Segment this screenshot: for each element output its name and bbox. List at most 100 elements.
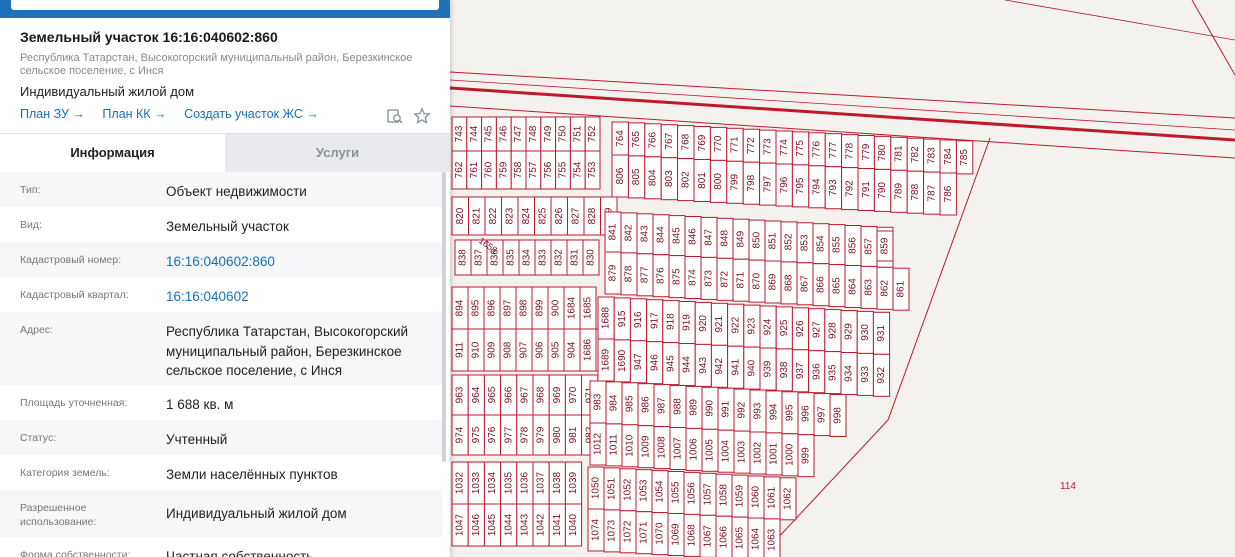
info-label: Разрешенное использование: <box>20 502 97 528</box>
parcel-number: 905 <box>551 341 562 358</box>
parcel-number: 872 <box>720 271 731 288</box>
tab-information[interactable]: Информация <box>0 134 225 172</box>
parcel-number: 784 <box>943 148 954 165</box>
search-input[interactable] <box>11 0 439 10</box>
zone-label: 114 <box>1060 481 1076 492</box>
parcel-number: 753 <box>587 161 598 178</box>
parcel-number: 788 <box>910 183 921 200</box>
info-label: Тип: <box>20 184 41 196</box>
parcel-address: Республика Татарстан, Высокогорский муни… <box>20 52 413 77</box>
parcel-number: 783 <box>926 147 937 164</box>
parcel-number: 909 <box>487 341 498 358</box>
tab-services[interactable]: Услуги <box>225 134 450 172</box>
parcel-number: 743 <box>454 125 465 142</box>
parcel-number: 786 <box>943 185 954 202</box>
info-row: Адрес: Республика Татарстан, Высокогорск… <box>0 312 442 385</box>
parcel-number: 963 <box>455 386 466 403</box>
parcel-number: 837 <box>474 249 485 266</box>
parcel-number: 988 <box>673 398 684 415</box>
parcel-number: 937 <box>795 362 806 379</box>
info-value: Частная собственность <box>166 549 314 557</box>
cadastral-number-link[interactable]: 16:16:040602:860 <box>166 252 434 272</box>
parcel-number: 911 <box>455 342 466 358</box>
parcel-number: 825 <box>537 207 548 224</box>
parcel-number: 966 <box>503 386 514 403</box>
parcel-number: 964 <box>471 386 482 403</box>
scrollbar[interactable] <box>442 172 446 462</box>
parcel-number: 1071 <box>639 521 650 544</box>
parcel-number: 1686 <box>583 338 594 361</box>
parcel-number: 931 <box>876 325 887 342</box>
parcel-number: 831 <box>570 249 581 266</box>
parcel-number: 755 <box>558 161 569 178</box>
create-zhs-link[interactable]: Создать участок ЖС → <box>184 107 319 121</box>
parcel-number: 871 <box>736 271 747 288</box>
parcel-number: 975 <box>471 426 482 443</box>
parcel-number: 746 <box>498 125 509 142</box>
parcel-number: 934 <box>844 365 855 382</box>
info-label: Площадь уточненная: <box>20 397 128 409</box>
parcel-number: 939 <box>763 360 774 377</box>
parcel-number: 879 <box>608 264 619 281</box>
parcel-number: 992 <box>737 401 748 418</box>
map-search-icon[interactable] <box>386 107 404 125</box>
parcel-number: 762 <box>454 161 465 178</box>
parcel-number: 922 <box>730 316 741 333</box>
parcel-number: 804 <box>648 169 659 186</box>
parcel-number: 861 <box>896 280 907 297</box>
cadastral-quarter-link[interactable]: 16:16:040602 <box>166 287 434 307</box>
parcel-number: 928 <box>828 322 839 339</box>
parcel-number: 1069 <box>671 523 682 546</box>
parcel-number: 851 <box>768 232 779 249</box>
parcel-number: 801 <box>697 172 708 189</box>
info-row: Тип: Объект недвижимости <box>0 172 442 207</box>
parcel-number: 895 <box>471 299 482 316</box>
parcel-number: 774 <box>779 139 790 156</box>
parcel-number: 835 <box>506 249 517 266</box>
parcel-number: 1074 <box>591 518 602 541</box>
plan-kk-link[interactable]: План КК → <box>102 107 166 121</box>
parcel-number: 847 <box>704 229 715 246</box>
parcel-number: 980 <box>552 426 563 443</box>
parcel-number: 747 <box>513 125 524 142</box>
parcel-number: 862 <box>880 280 891 297</box>
parcel-number: 979 <box>536 426 547 443</box>
parcel-number: 848 <box>720 230 731 247</box>
parcel-number: 773 <box>762 138 773 155</box>
parcel-number: 941 <box>730 358 741 375</box>
parcel-number: 805 <box>631 168 642 185</box>
parcel-number: 799 <box>730 174 741 191</box>
parcel-number: 820 <box>455 207 466 224</box>
star-icon[interactable] <box>413 107 431 125</box>
parcel-number: 1055 <box>671 481 682 504</box>
info-label: Форма собственности: <box>20 549 131 557</box>
parcel-number: 779 <box>861 143 872 160</box>
parcel-number: 1003 <box>737 441 748 464</box>
parcel-number: 765 <box>631 131 642 148</box>
parcel-number: 780 <box>877 144 888 161</box>
parcel-number: 1007 <box>673 437 684 460</box>
parcel-number: 1052 <box>623 478 634 501</box>
plan-zu-link[interactable]: План ЗУ → <box>20 107 85 121</box>
parcel-number: 794 <box>812 178 823 195</box>
parcel-number: 777 <box>828 141 839 158</box>
parcel-number: 863 <box>864 279 875 296</box>
parcel-number: 1685 <box>583 296 594 319</box>
tab-bar: Информация Услуги <box>0 133 450 172</box>
parcel-number: 916 <box>633 311 644 328</box>
parcel-number: 854 <box>816 235 827 252</box>
parcel-number: 878 <box>624 265 635 282</box>
parcel-number: 775 <box>795 140 806 157</box>
parcel-number: 1000 <box>785 443 796 466</box>
parcel-number: 798 <box>746 174 757 191</box>
parcel-number: 1067 <box>703 525 714 548</box>
parcel-number: 867 <box>800 275 811 292</box>
parcel-number: 970 <box>568 386 579 403</box>
parcel-number: 1011 <box>609 434 620 456</box>
parcel-number: 785 <box>959 149 970 166</box>
parcel-number: 907 <box>519 341 530 358</box>
parcel-number: 1684 <box>567 296 578 319</box>
parcel-number: 938 <box>779 361 790 378</box>
parcel-number: 943 <box>698 357 709 374</box>
parcel-usage: Индивидуальный жилой дом <box>20 84 195 99</box>
